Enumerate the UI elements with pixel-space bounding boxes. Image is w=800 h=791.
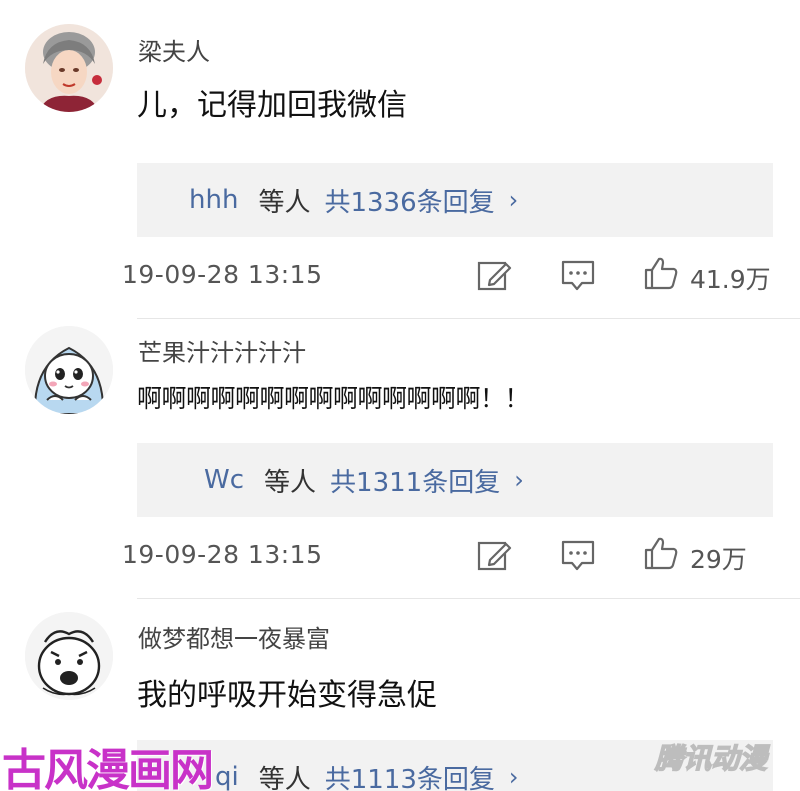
like-icon[interactable] [643, 536, 679, 570]
reply-user[interactable]: Wc [204, 465, 244, 495]
reply-summary[interactable]: hhh 等人 共1336条回复 › [137, 163, 773, 237]
reply-others-label: 等人 [264, 467, 317, 498]
reply-user[interactable]: qi [215, 762, 239, 791]
timestamp: 19-09-28 13:15 [122, 260, 323, 289]
avatar[interactable] [25, 326, 113, 414]
avatar-image-cartoon [25, 612, 113, 700]
avatar[interactable] [25, 612, 113, 700]
username[interactable]: 梁夫人 [138, 32, 210, 67]
comment-text: 儿，记得加回我微信 [137, 88, 407, 123]
reply-count[interactable]: 共1336条回复 [324, 182, 494, 219]
username[interactable]: 做梦都想一夜暴富 [138, 619, 330, 654]
avatar[interactable] [25, 24, 113, 112]
avatar-image-woman [25, 24, 113, 112]
chevron-right-icon: › [514, 466, 524, 494]
like-count: 41.9万 [690, 265, 771, 294]
divider [137, 318, 800, 319]
reply-others-label: 等人 [258, 764, 311, 791]
edit-icon[interactable] [476, 258, 512, 292]
reply-summary[interactable]: Wc 等人 共1311条回复 › [137, 443, 773, 517]
comment-icon[interactable] [560, 538, 596, 572]
reply-count[interactable]: 共1113条回复 [325, 759, 495, 791]
timestamp: 19-09-28 13:15 [122, 540, 323, 569]
reply-count[interactable]: 共1311条回复 [330, 462, 500, 499]
reply-user[interactable]: hhh [189, 185, 238, 215]
avatar-image-cartoon [25, 326, 113, 414]
watermark-right: 腾讯动漫 [654, 741, 768, 775]
comment-text: 啊啊啊啊啊啊啊啊啊啊啊啊啊啊！！ [137, 384, 530, 413]
edit-icon[interactable] [476, 538, 512, 572]
chevron-right-icon: › [508, 186, 519, 214]
divider [137, 598, 800, 599]
chevron-right-icon: › [508, 763, 519, 791]
watermark-left: 古风漫画网 [2, 745, 214, 791]
username[interactable]: 芒果汁汁汁汁汁 [138, 333, 306, 368]
like-icon[interactable] [643, 256, 679, 290]
comment-icon[interactable] [560, 258, 596, 292]
like-count: 29万 [690, 545, 747, 574]
reply-others-label: 等人 [258, 187, 311, 218]
comment-text: 我的呼吸开始变得急促 [137, 678, 437, 713]
